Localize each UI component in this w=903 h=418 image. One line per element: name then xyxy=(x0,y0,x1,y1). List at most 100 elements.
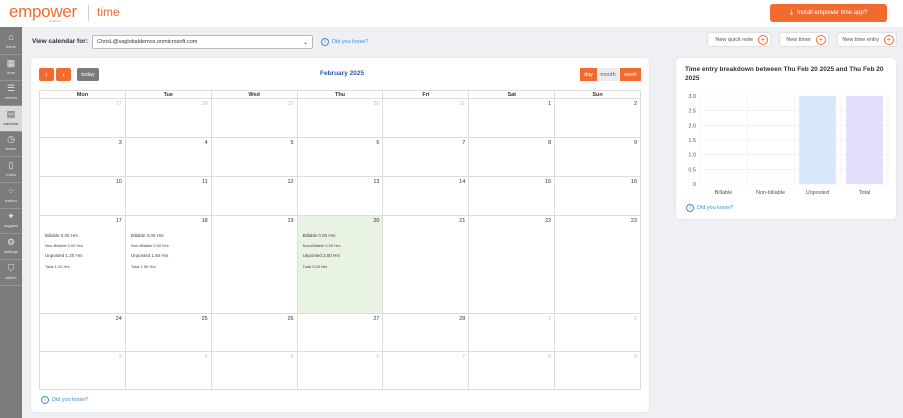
calendar-day-cell[interactable]: 1 xyxy=(469,314,556,352)
calendar-day-cell[interactable]: 3 xyxy=(40,352,126,390)
calendar-day-cell[interactable]: 1 xyxy=(469,99,556,138)
did-you-know-link[interactable]: i Did you know? xyxy=(41,396,88,404)
sidebar-item-suggest[interactable]: ✦ suggest xyxy=(0,208,22,233)
calendar-day-cell[interactable]: 13 xyxy=(297,177,384,216)
calendar-day-cell[interactable]: 6 xyxy=(297,352,384,390)
month-view-button[interactable]: month xyxy=(597,68,619,81)
calendar-day-cell[interactable]: 12 xyxy=(211,177,298,216)
day-number: 20 xyxy=(373,218,380,224)
weekday-sun: Sun xyxy=(592,92,603,98)
calendar-day-cell[interactable]: 5 xyxy=(211,138,298,177)
next-month-button[interactable]: › xyxy=(56,68,71,81)
time-summary-line: Non-Billable 0.00 Hrs xyxy=(302,243,341,248)
day-number: 6 xyxy=(376,354,380,360)
calendar-day-cell[interactable]: 24 xyxy=(40,314,126,352)
calendar-day-cell[interactable]: 29 xyxy=(211,99,298,138)
calendar-day-cell[interactable]: 22 xyxy=(469,216,556,314)
sidebar-item-calendar[interactable]: ▤ calendar xyxy=(0,106,22,131)
day-number: 7 xyxy=(462,140,466,146)
calendar-day-cell[interactable]: 2 xyxy=(555,314,642,352)
day-view-button[interactable]: day xyxy=(580,68,597,81)
sidebar-item-label: settings xyxy=(4,249,18,254)
prev-month-button[interactable]: ‹ xyxy=(39,68,54,81)
home-icon: ⌂ xyxy=(8,32,14,42)
y-tick-label: 2.5 xyxy=(688,109,696,115)
calendar-day-cell[interactable]: 10 xyxy=(40,177,126,216)
new-quick-note-button[interactable]: New quick note + xyxy=(707,32,771,47)
calendar-day-cell[interactable]: 6 xyxy=(297,138,384,177)
new-quick-note-label: New quick note xyxy=(715,36,753,43)
sidebar-item-tracker[interactable]: ⁘ tracker xyxy=(0,183,22,208)
calendar-body: 27 28 29 30 31 1 2 3 4 5 6 7 8 9 10 11 12 13 14 15 16 17 Billa… xyxy=(39,99,642,390)
sidebar-item-home[interactable]: ⌂ home xyxy=(0,29,22,54)
day-number: 27 xyxy=(373,316,380,322)
time-summary-line: Billable 0.00 Hrs xyxy=(45,233,78,238)
new-time-entry-button[interactable]: New time entry + xyxy=(837,32,897,47)
calendar-day-cell[interactable]: 25 xyxy=(125,314,212,352)
day-number: 17 xyxy=(115,218,122,224)
calendar-day-cell[interactable]: 20 Billable 0.00 Hrs Non-Billable 0.00 Hrs… xyxy=(297,216,384,314)
calendar-day-cell[interactable]: 8 xyxy=(469,138,556,177)
calendar-day-cell[interactable]: 19 xyxy=(211,216,298,314)
calendar-day-cell[interactable]: 9 xyxy=(555,352,642,390)
calendar-day-cell[interactable]: 5 xyxy=(211,352,298,390)
calendar-day-cell[interactable]: 17 Billable 0.00 Hrs Non-Billable 0.00 Hrs… xyxy=(40,216,126,314)
empower-logo[interactable]: empower xyxy=(9,2,77,22)
calendar-day-cell[interactable]: 4 xyxy=(125,138,212,177)
calendar-day-cell[interactable]: 28 xyxy=(125,99,212,138)
weekday-thu: Thu xyxy=(298,91,384,98)
sidebar-item-entries[interactable]: ☰ entries xyxy=(0,80,22,105)
sidebar-item-settings[interactable]: ⚙ settings xyxy=(0,234,22,259)
x-tick-label: Total xyxy=(859,190,871,196)
plus-icon: + xyxy=(816,34,826,45)
time-summary-line: Total 1.20 Hrs xyxy=(45,264,70,269)
install-app-label: Install empower time app? xyxy=(797,10,868,16)
calendar-day-cell[interactable]: 30 xyxy=(297,99,384,138)
calendar-day-cell[interactable]: 21 xyxy=(383,216,470,314)
today-button[interactable]: today xyxy=(77,68,99,81)
sidebar-item-timers[interactable]: ◷ timers xyxy=(0,131,22,156)
calendar-day-cell[interactable]: 3 xyxy=(40,138,126,177)
calendar-day-cell[interactable]: 8 xyxy=(469,352,556,390)
sidebar-item-label: time xyxy=(7,70,15,75)
calendar-day-cell[interactable]: 14 xyxy=(383,177,470,216)
calendar-day-cell[interactable]: 31 xyxy=(383,99,470,138)
calendar-title: February 2025 xyxy=(320,70,365,77)
calendar-day-cell[interactable]: 11 xyxy=(125,177,212,216)
time-summary-line: Unposted 3.00 Hrs xyxy=(302,253,341,258)
sidebar-item-admin[interactable]: ⛉ admin xyxy=(0,260,22,285)
calendar-day-cell[interactable]: 27 xyxy=(40,99,126,138)
calendar-day-cell[interactable]: 18 Billable 0.00 Hrs Non-Billable 0.00 Hrs… xyxy=(125,216,212,314)
week-view-button[interactable]: week xyxy=(620,68,641,81)
day-number: 9 xyxy=(633,354,638,360)
x-tick-label: Unposted xyxy=(806,190,830,196)
day-number: 3 xyxy=(118,140,122,146)
new-timer-button[interactable]: New timer + xyxy=(779,32,829,47)
calendar-week-row: 10 11 12 13 14 15 16 xyxy=(39,177,642,216)
logo-subtitle: solutions xyxy=(49,19,61,23)
calendar-day-cell[interactable]: 4 xyxy=(125,352,212,390)
sidebar-item-time[interactable]: ▦ time xyxy=(0,55,22,80)
list-icon: ☰ xyxy=(6,83,16,93)
calendar-day-cell[interactable]: 28 xyxy=(383,314,470,352)
calendar-day-cell[interactable]: 26 xyxy=(211,314,298,352)
calendar-day-cell[interactable]: 7 xyxy=(383,138,470,177)
calendar-day-cell[interactable]: 2 xyxy=(555,99,642,138)
calendar-day-cell[interactable]: 27 xyxy=(297,314,384,352)
sidebar-item-label: calendar xyxy=(3,121,19,126)
calendar-day-cell[interactable]: 15 xyxy=(469,177,556,216)
day-number: 10 xyxy=(115,179,122,185)
did-you-know-link[interactable]: i Did you know? xyxy=(686,204,733,212)
sidebar-item-notes[interactable]: ▯ notes xyxy=(0,157,22,182)
y-tick-label: 1.5 xyxy=(688,138,696,144)
calendar-day-cell[interactable]: 23 xyxy=(555,216,642,314)
did-you-know-link[interactable]: i Did you know? xyxy=(321,38,368,46)
calendar-day-cell[interactable]: 16 xyxy=(555,177,642,216)
calendar-day-cell[interactable]: 9 xyxy=(555,138,642,177)
install-app-button[interactable]: ⤓ Install empower time app? xyxy=(770,4,887,22)
weekday-wed: Wed xyxy=(212,91,298,98)
calendar-day-cell[interactable]: 7 xyxy=(383,352,470,390)
user-select[interactable]: ChrisL@saglobaldemos.onmicrosoft.com ⌄ xyxy=(92,35,313,49)
logo-divider xyxy=(88,5,89,21)
time-summary-line: Unposted 1.20 Hrs xyxy=(45,253,83,258)
